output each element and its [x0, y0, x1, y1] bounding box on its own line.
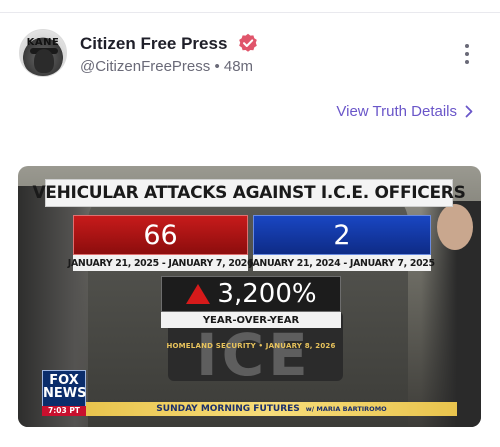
handle-line: @CitizenFreePress • 48m: [80, 58, 253, 75]
graphic-headline-bar: VEHICULAR ATTACKS AGAINST I.C.E. OFFICER…: [32, 179, 466, 207]
graphic-headline: VEHICULAR ATTACKS AGAINST I.C.E. OFFICER…: [32, 183, 466, 203]
background-face-right: [437, 204, 473, 250]
avatar[interactable]: KANE: [19, 29, 67, 77]
post-header: KANE Citizen Free Press @CitizenFreePres…: [19, 29, 481, 81]
stat-current-period: 66 JANUARY 21, 2025 - JANUARY 7, 2026: [68, 215, 254, 271]
stat-current-value: 66: [73, 215, 248, 255]
triangle-up-icon: [186, 284, 211, 304]
display-name[interactable]: Citizen Free Press: [80, 34, 227, 54]
stat-current-range: JANUARY 21, 2025 - JANUARY 7, 2026: [68, 255, 254, 271]
view-truth-details-link[interactable]: View Truth Details: [336, 103, 473, 120]
view-truth-details-label: View Truth Details: [336, 103, 457, 120]
more-options-button[interactable]: [461, 44, 473, 68]
year-over-year-change: 3,200% YEAR-OVER-YEAR: [161, 276, 341, 328]
change-label: YEAR-OVER-YEAR: [161, 312, 341, 328]
broadcast-time: 7:03 PT: [42, 406, 86, 416]
post-media-image[interactable]: ICE VEHICULAR ATTACKS AGAINST I.C.E. OFF…: [18, 166, 481, 427]
change-main: 3,200%: [161, 276, 341, 312]
background-ice-lettering: ICE: [196, 321, 312, 389]
graphic-source: HOMELAND SECURITY • JANUARY 8, 2026: [166, 342, 336, 350]
avatar-face-shape: [34, 49, 54, 73]
verified-badge-icon: [239, 33, 257, 52]
show-lower-third: SUNDAY MORNING FUTURES w/ MARIA BARTIROM…: [86, 402, 457, 416]
show-host: w/ MARIA BARTIROMO: [305, 405, 387, 413]
stat-previous-range: JANUARY 21, 2024 - JANUARY 7, 2025: [249, 255, 435, 271]
separator: •: [214, 58, 220, 75]
show-title: SUNDAY MORNING FUTURES: [156, 404, 300, 414]
stat-previous-period: 2 JANUARY 21, 2024 - JANUARY 7, 2025: [249, 215, 435, 271]
fox-news-logo-text: FOX NEWS: [43, 373, 87, 401]
change-value: 3,200%: [217, 279, 317, 309]
timestamp[interactable]: 48m: [224, 58, 253, 75]
chevron-right-icon: [465, 105, 473, 118]
top-divider: [0, 12, 500, 13]
more-vertical-icon: [465, 44, 469, 48]
avatar-label: KANE: [26, 37, 60, 48]
stat-previous-value: 2: [253, 215, 431, 255]
handle[interactable]: @CitizenFreePress: [80, 58, 210, 75]
